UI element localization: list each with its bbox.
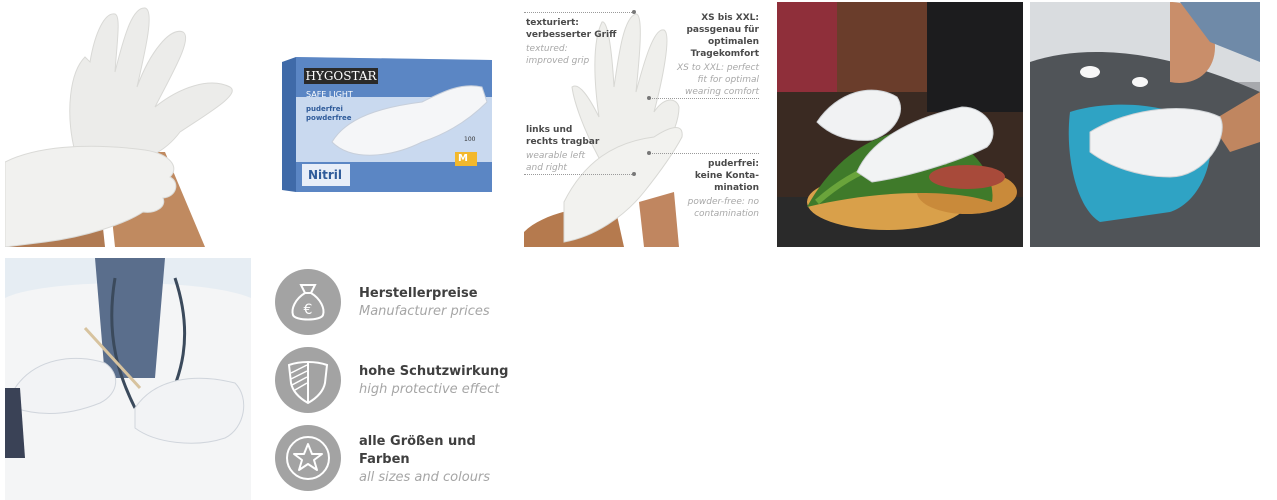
box-desc-en: powderfree — [306, 114, 352, 122]
box-desc-de: puderfrei — [306, 105, 343, 113]
feature-manufacturer-prices: € Herstellerpreise Manufacturer prices — [275, 269, 515, 339]
box-count: 100 — [464, 136, 476, 143]
glove-hand-photo — [5, 2, 251, 247]
product-line-label: SAFE LIGHT — [306, 90, 353, 99]
feature-subtitle: Manufacturer prices — [359, 304, 490, 319]
box-material: Nitril — [308, 168, 343, 182]
feature-title: alle Größen und Farben — [359, 434, 476, 467]
annotation-sizes: XS bis XXL: passgenau für optimalen Trag… — [676, 13, 759, 97]
annotation-powder-free: puderfrei: keine Konta- mination powder-… — [687, 159, 759, 219]
feature-subtitle: high protective effect — [359, 382, 500, 397]
box-size: M — [458, 153, 468, 164]
feature-subtitle: all sizes and colours — [359, 470, 491, 485]
feature-title: Herstellerpreise — [359, 286, 478, 301]
product-box-photo: HYGOSTAR SAFE LIGHT puderfrei powderfree… — [272, 2, 518, 247]
star-icon — [275, 425, 341, 491]
money-bag-euro-icon: € — [275, 269, 341, 335]
feature-all-sizes: alle Größen und Farben all sizes and col… — [275, 425, 515, 495]
annotation-grip: texturiert: verbesserter Griff textured:… — [526, 18, 617, 66]
annotated-glove-diagram: texturiert: verbesserter Griff textured:… — [524, 2, 770, 247]
annotation-left-right: links und rechts tragbar wearable left a… — [526, 125, 600, 173]
feature-title: hohe Schutzwirkung — [359, 364, 509, 379]
shield-icon — [275, 347, 341, 413]
brand-logo: HYGOSTAR — [304, 68, 378, 84]
food-preparation-photo — [777, 2, 1023, 247]
car-cleaning-photo — [1030, 2, 1260, 247]
svg-text:€: € — [304, 302, 313, 318]
feature-protective-effect: hohe Schutzwirkung high protective effec… — [275, 347, 515, 417]
doctor-photo — [5, 258, 251, 500]
